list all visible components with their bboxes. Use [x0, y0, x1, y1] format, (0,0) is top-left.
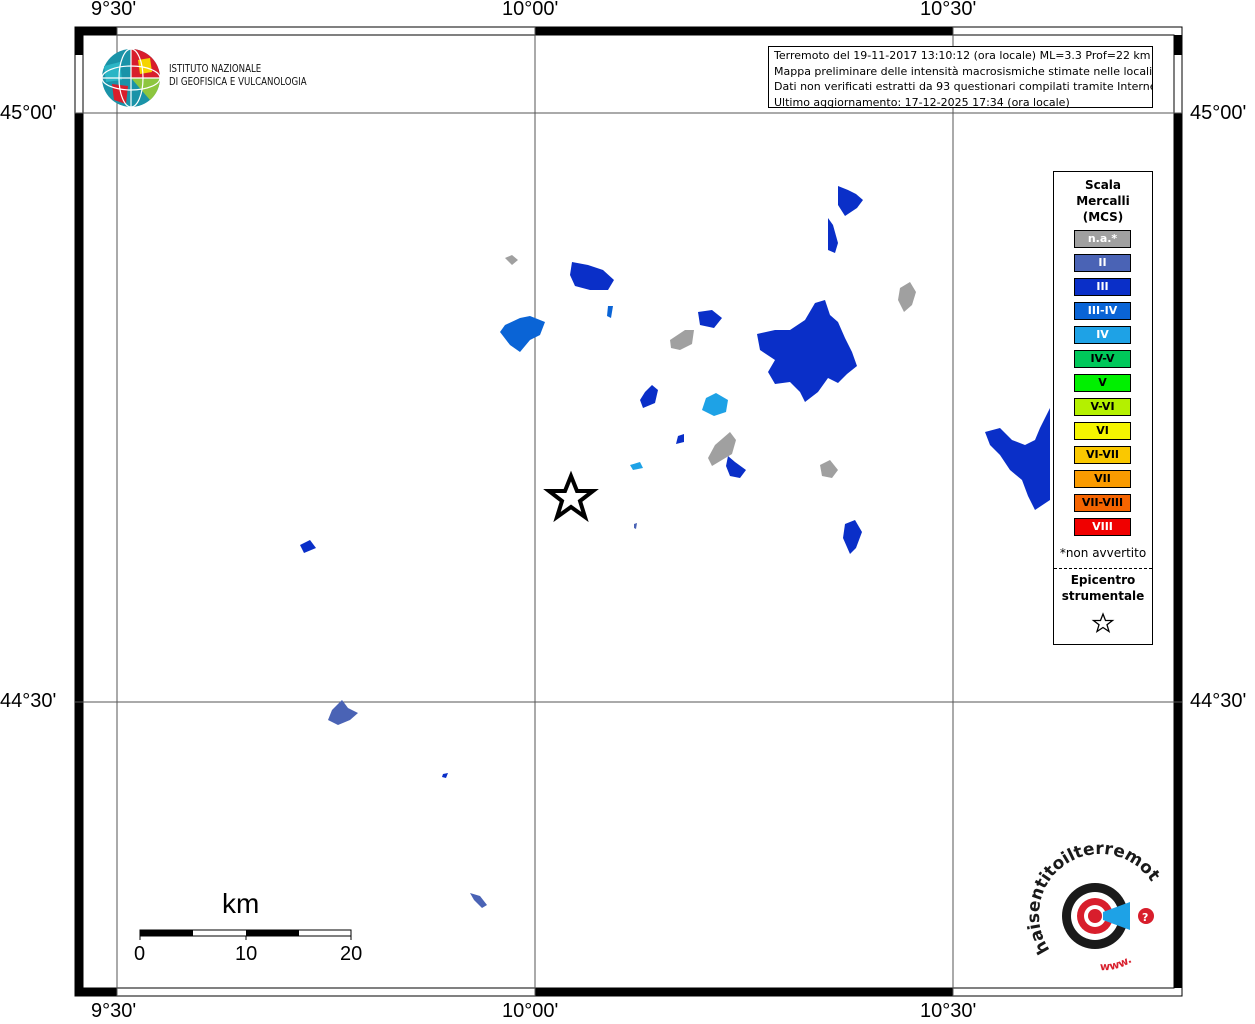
lon-label-bottom-2: 10°00' [502, 1000, 559, 1022]
institute-name-line2: DI GEOFISICA E VULCANOLOGIA [169, 76, 307, 88]
legend-item: III [1074, 278, 1131, 296]
event-info-line1: Terremoto del 19-11-2017 13:10:12 (ora l… [774, 49, 1151, 62]
lat-label-right-1: 45°00' [1190, 102, 1247, 124]
lon-label-top-1: 9°30' [91, 0, 137, 20]
legend-item: III-IV [1074, 302, 1131, 320]
legend-item: VII-VIII [1074, 494, 1131, 512]
legend-star-icon [1091, 612, 1115, 634]
legend-title-line3: (MCS) [1082, 210, 1124, 224]
legend-item: IV [1074, 326, 1131, 344]
intensity-legend: Scala Mercalli (MCS) n.a.* II III III-IV IV I… [1053, 171, 1153, 645]
event-info-box: Terremoto del 19-11-2017 13:10:12 (ora l… [768, 46, 1153, 108]
scale-bar-tick-0: 0 [134, 943, 146, 965]
legend-divider [1054, 568, 1152, 569]
lat-label-right-2: 44°30' [1190, 690, 1247, 712]
scale-bar-unit: km [222, 888, 260, 919]
legend-item: VI-VII [1074, 446, 1131, 464]
institute-name-line1: ISTITUTO NAZIONALE [169, 63, 262, 75]
legend-epicenter-line2: strumentale [1061, 589, 1145, 603]
legend-title-line1: Scala [1084, 178, 1122, 192]
legend-epicenter-line1: Epicentro [1070, 573, 1136, 587]
lat-label-left-1: 45°00' [0, 102, 57, 124]
lon-label-bottom-1: 9°30' [91, 1000, 137, 1022]
legend-title: Scala Mercalli (MCS) [1054, 177, 1152, 225]
svg-text:?: ? [1142, 911, 1148, 924]
legend-item: VII [1074, 470, 1131, 488]
event-info-line2: Mappa preliminare delle intensità macros… [774, 64, 1153, 78]
macroseismic-map: ? 9°30' 10°00' 10°30' 9°30' 10°00' 10°30… [0, 0, 1255, 1024]
ingv-logo [101, 48, 161, 108]
event-info-line4: Ultimo aggiornamento: 17-12-2025 17:34 (… [774, 95, 1070, 108]
event-info-line3: Dati non verificati estratti da 93 quest… [774, 80, 1153, 93]
lon-label-bottom-3: 10°30' [920, 1000, 977, 1022]
legend-item: n.a.* [1074, 230, 1131, 248]
lon-label-top-2: 10°00' [502, 0, 559, 20]
legend-item: V [1074, 374, 1131, 392]
lat-label-left-2: 44°30' [0, 690, 57, 712]
scale-bar-tick-10: 10 [235, 943, 258, 965]
legend-item: II [1074, 254, 1131, 272]
institute-name: ISTITUTO NAZIONALE DI GEOFISICA E VULCAN… [169, 63, 307, 89]
legend-not-felt-note: *non avvertito [1059, 546, 1147, 560]
lon-label-top-3: 10°30' [920, 0, 977, 20]
legend-title-line2: Mercalli [1076, 194, 1130, 208]
map-frame [74, 26, 1183, 997]
scale-bar-tick-20: 20 [340, 943, 363, 965]
legend-item: IV-V [1074, 350, 1131, 368]
legend-item: VIII [1074, 518, 1131, 536]
legend-item: V-VI [1074, 398, 1131, 416]
legend-epicenter-label: Epicentro strumentale [1054, 572, 1152, 604]
legend-item: VI [1074, 422, 1131, 440]
